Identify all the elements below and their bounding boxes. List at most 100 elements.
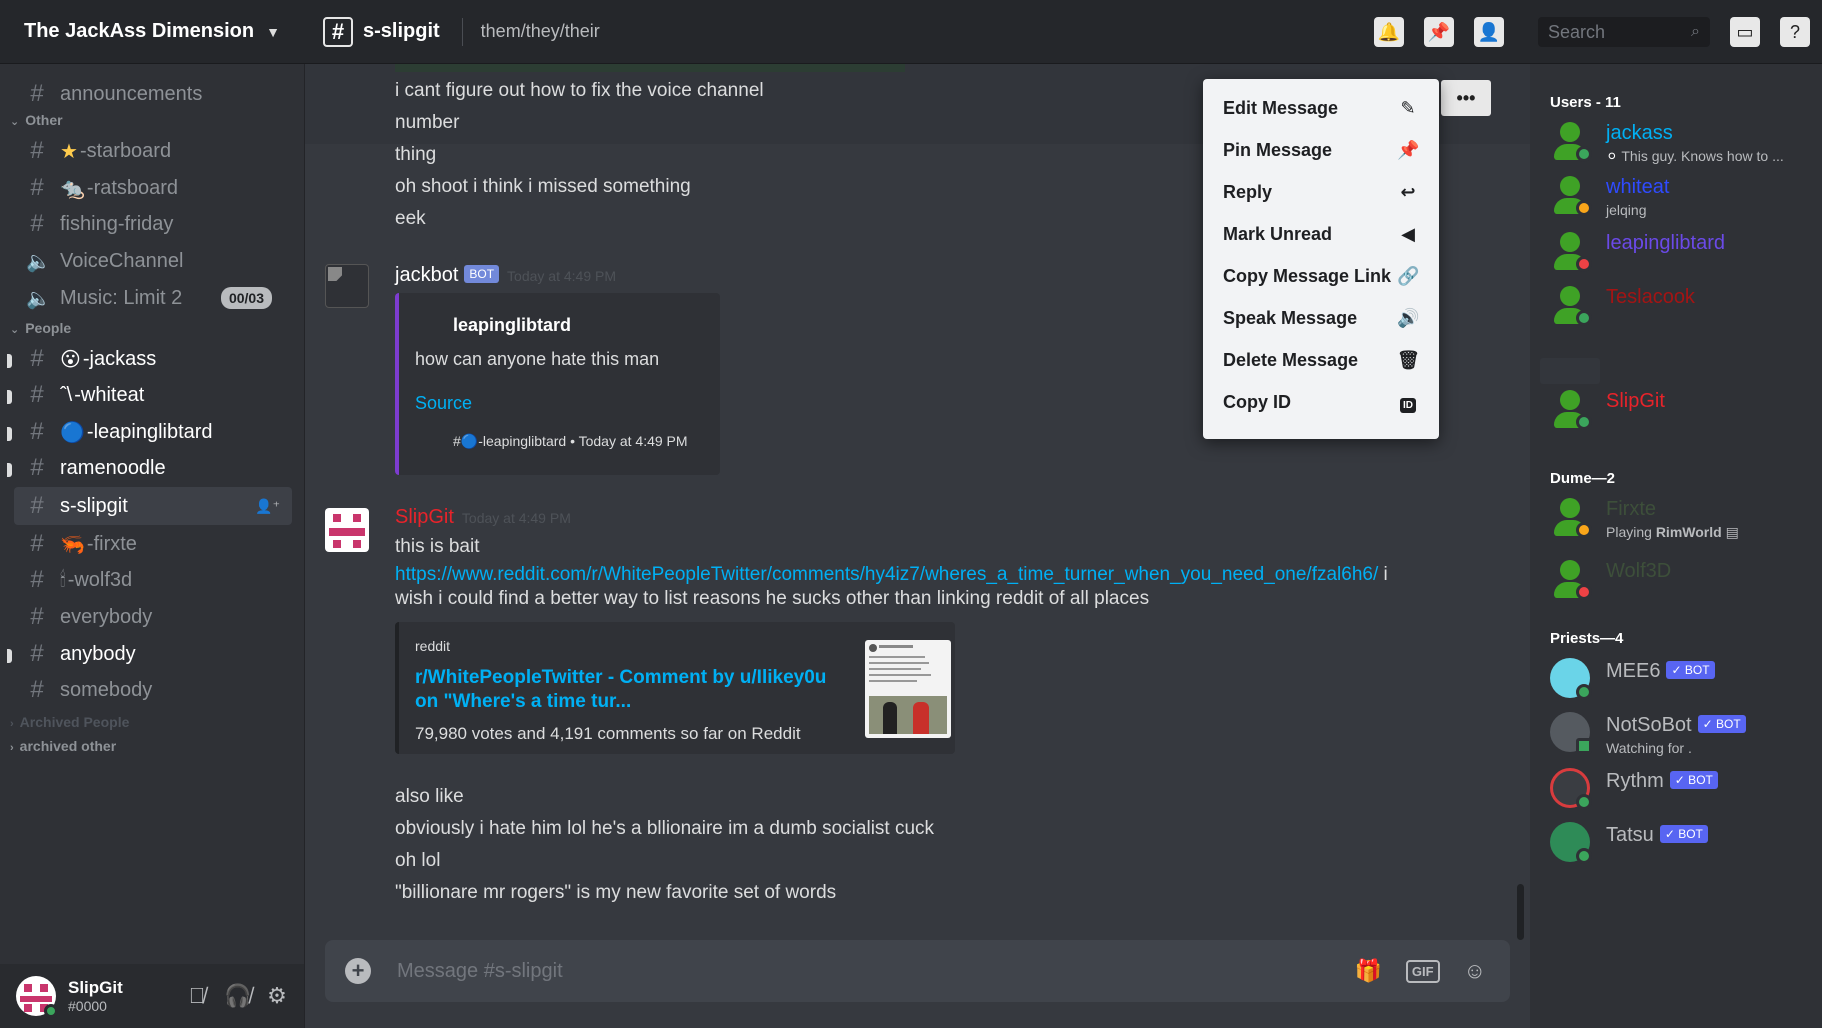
- channel-label: somebody: [60, 678, 153, 701]
- category-other[interactable]: ⌄ Other: [10, 112, 63, 128]
- member-slipgit[interactable]: SlipGit: [1550, 388, 1820, 438]
- member-mee6[interactable]: MEE6 ✓ BOT: [1550, 658, 1820, 708]
- channel-ramenoodle[interactable]: # ramenoodle: [14, 449, 292, 487]
- member-name: whiteat: [1606, 176, 1670, 198]
- channel-whiteat[interactable]: # ˆ\ -whiteat: [14, 376, 292, 414]
- menu-item-pin-message[interactable]: Pin Message 📌: [1203, 129, 1439, 171]
- hash-icon: #: [30, 418, 44, 445]
- search-icon: ⌕: [1691, 23, 1700, 40]
- channel-announcements[interactable]: # announcements: [14, 75, 292, 113]
- channel-label: -leapinglibtard: [86, 420, 213, 443]
- emoji-picker-icon[interactable]: ☺: [1464, 958, 1486, 984]
- mute-microphone-icon[interactable]: 🎙̸: [184, 983, 210, 1009]
- member-name: SlipGit: [1606, 390, 1665, 412]
- gif-button[interactable]: GIF: [1405, 959, 1440, 983]
- category-archived-people[interactable]: › Archived People: [10, 714, 129, 730]
- message-header: SlipGit Today at 4:49 PM: [395, 506, 571, 529]
- help-icon[interactable]: ?: [1780, 17, 1810, 47]
- member-firxte[interactable]: Firxte Playing RimWorld ▤: [1550, 496, 1820, 546]
- hash-icon: #: [30, 603, 44, 630]
- member-name: Tatsu ✓ BOT: [1606, 824, 1708, 847]
- member-jackass[interactable]: jackass ⚪ This guy. Knows how to ...: [1550, 120, 1820, 170]
- channel-fishing-friday[interactable]: # fishing-friday: [14, 205, 292, 243]
- message-context-menu: Edit Message ✎ Pin Message 📌 Reply ↩ Mark U…: [1203, 79, 1439, 439]
- member-whiteat[interactable]: whiteat jelqing: [1550, 174, 1820, 224]
- menu-item-speak-message[interactable]: Speak Message 🔊: [1203, 297, 1439, 339]
- channel-starboard[interactable]: # ★ -starboard: [14, 132, 292, 170]
- avatar[interactable]: [325, 264, 369, 308]
- shrug-emoji-icon: ˆ\: [60, 383, 73, 406]
- message-link[interactable]: https://www.reddit.com/r/WhitePeopleTwit…: [395, 564, 1378, 585]
- message-text: obviously i hate him lol he's a bllionai…: [395, 818, 935, 839]
- star-emoji-icon: ★: [60, 140, 78, 163]
- hash-icon: #: [30, 454, 44, 481]
- channel-firxte[interactable]: # 🦐 -firxte: [14, 525, 292, 563]
- author-name[interactable]: SlipGit: [395, 506, 454, 528]
- embed-source-link[interactable]: Source: [415, 393, 472, 414]
- id-icon: ID: [1400, 397, 1416, 413]
- hash-icon: #: [30, 676, 44, 703]
- notification-bell-icon[interactable]: 🔔: [1374, 17, 1404, 47]
- member-leapinglibtard[interactable]: leapinglibtard: [1550, 230, 1820, 280]
- author-name[interactable]: jackbot: [395, 264, 458, 286]
- deafen-headphones-icon[interactable]: 🎧̸: [224, 983, 251, 1009]
- gift-icon[interactable]: 🎁: [1354, 958, 1381, 984]
- shrimp-emoji-icon: 🦐: [60, 533, 85, 556]
- scrollbar-thumb[interactable]: [1517, 884, 1524, 940]
- menu-item-delete-message[interactable]: Delete Message 🗑: [1203, 339, 1439, 381]
- menu-item-copy-id[interactable]: Copy ID ID: [1203, 381, 1439, 423]
- search-input[interactable]: Search ⌕: [1538, 17, 1710, 47]
- server-name: The JackAss Dimension: [24, 20, 255, 42]
- channel-jackass[interactable]: # 😮 -jackass: [14, 340, 292, 378]
- menu-item-mark-unread[interactable]: Mark Unread ◀: [1203, 213, 1439, 255]
- menu-item-copy-message-link[interactable]: Copy Message Link 🔗: [1203, 255, 1439, 297]
- invite-user-icon[interactable]: 👤⁺: [255, 498, 280, 515]
- hash-icon: #: [30, 381, 44, 408]
- more-options-button[interactable]: •••: [1441, 80, 1491, 116]
- channel-anybody[interactable]: # anybody: [14, 635, 292, 673]
- channel-s-slipgit[interactable]: # s-slipgit 👤⁺: [14, 487, 292, 525]
- custom-status-text: This guy. Knows how to ...: [1621, 148, 1784, 164]
- online-status-icon: [1576, 794, 1592, 810]
- embed-title-link[interactable]: r/WhitePeopleTwitter - Comment by u/Ilik…: [415, 666, 845, 714]
- channel-leapinglibtard[interactable]: # 🔵 -leapinglibtard: [14, 413, 292, 451]
- pinned-messages-icon[interactable]: 📌: [1424, 17, 1454, 47]
- message-text-fragment: i: [1378, 564, 1388, 585]
- member-tatsu[interactable]: Tatsu ✓ BOT: [1550, 822, 1820, 872]
- game-controller-icon: ▤: [1725, 524, 1739, 540]
- embed-thumbnail[interactable]: [865, 640, 951, 738]
- channel-somebody[interactable]: # somebody: [14, 671, 292, 709]
- inbox-icon[interactable]: ▭: [1730, 17, 1760, 47]
- hash-icon: #: [30, 137, 44, 164]
- voice-channel-music[interactable]: 🔈 Music: Limit 2 00/03: [14, 279, 292, 317]
- member-teslacook[interactable]: Teslacook: [1550, 284, 1820, 334]
- voice-channel-voicechannel[interactable]: 🔈 VoiceChannel: [14, 242, 292, 280]
- member-group-header: Users - 11: [1550, 94, 1621, 111]
- top-bar: The JackAss Dimension ▼ # s-slipgit them…: [0, 0, 1822, 64]
- message-input[interactable]: Message #s-slipgit: [397, 960, 1354, 983]
- dnd-status-icon: [1576, 256, 1592, 272]
- menu-item-edit-message[interactable]: Edit Message ✎: [1203, 87, 1439, 129]
- message-text: number: [395, 112, 460, 133]
- member-notsobot[interactable]: NotSoBot ✓ BOT Watching for .: [1550, 712, 1820, 762]
- category-people[interactable]: ⌄ People: [10, 320, 71, 336]
- member-wolf3d[interactable]: Wolf3D: [1550, 558, 1820, 608]
- channel-ratsboard[interactable]: # 🐀 -ratsboard: [14, 169, 292, 207]
- gear-icon[interactable]: ⚙: [264, 983, 290, 1009]
- category-archived-other[interactable]: › archived other: [10, 738, 116, 754]
- avatar[interactable]: [325, 508, 369, 552]
- online-status-icon: [1576, 146, 1592, 162]
- member-list-toggle-icon[interactable]: 👤: [1474, 17, 1504, 47]
- message-text: thing: [395, 144, 437, 165]
- menu-item-reply[interactable]: Reply ↩: [1203, 171, 1439, 213]
- category-label: Archived People: [19, 714, 130, 730]
- rat-emoji-icon: 🐀: [60, 177, 85, 200]
- channel-everybody[interactable]: # everybody: [14, 598, 292, 636]
- idle-status-icon: [1576, 522, 1592, 538]
- member-rythm[interactable]: Rythm ✓ BOT: [1550, 768, 1820, 818]
- server-header[interactable]: The JackAss Dimension ▼: [0, 0, 305, 64]
- channel-wolf3d[interactable]: # 🕯 -wolf3d: [14, 561, 292, 599]
- hash-icon: #: [453, 433, 461, 449]
- member-name: jackass: [1606, 122, 1673, 144]
- upload-plus-icon[interactable]: +: [345, 958, 371, 984]
